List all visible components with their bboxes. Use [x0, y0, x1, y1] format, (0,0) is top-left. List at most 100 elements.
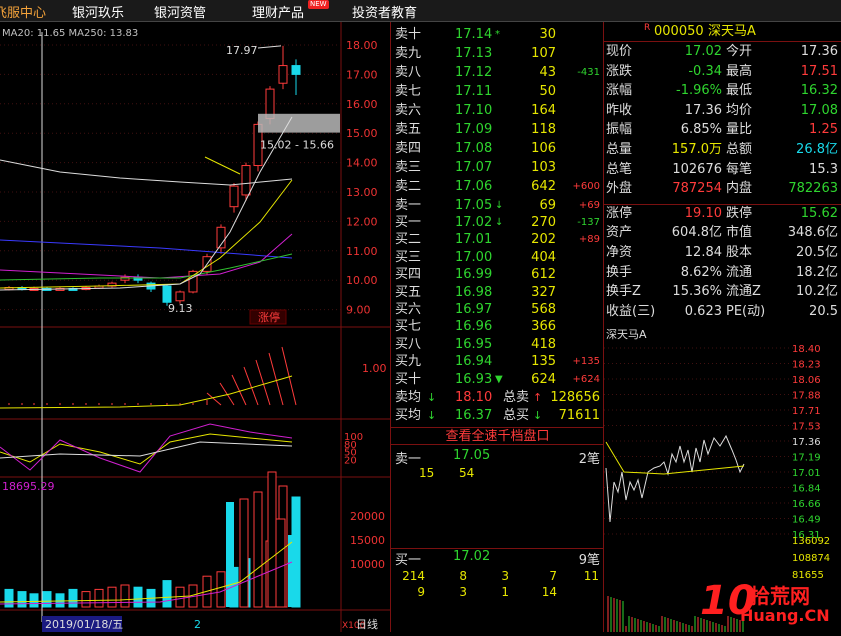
buy-level-volume: 624 [531, 371, 556, 387]
buy-level-price: 16.94 [455, 354, 493, 370]
stat-row: 资产 604.8亿 市值 348.6亿 [604, 223, 841, 243]
volume-tick: 15000 [350, 534, 385, 547]
buy-level-price: 17.02 [455, 215, 493, 230]
divider [604, 41, 841, 42]
sell-level-label: 卖九 [395, 46, 422, 61]
sell-level-label: 卖二 [395, 179, 422, 194]
buy-level-row: 买十 16.93 ▼ 624 +624 [391, 371, 604, 388]
watermark-logo: 10 拾荒网 Huang.CN [700, 578, 841, 632]
menu-item[interactable]: 理财产品 [252, 2, 304, 21]
mini-price-tick: 16.66 [792, 499, 821, 510]
price-tick: 15.00 [346, 127, 378, 140]
kline-chart-panel[interactable]: MA20: 11.65 MA250: 13.83.1318.0017.0016.… [0, 22, 390, 632]
stat-label: 流通 [726, 264, 753, 280]
ma30-line [0, 253, 293, 281]
price-arrow-icon: ↓ [495, 200, 504, 211]
buy-level-price: 16.96 [455, 319, 493, 335]
buy1-detail: 买一 17.02 9笔 214 8 3 7 11 9 3 1 14 [391, 548, 604, 599]
ma-header: MA20: 11.65 MA250: 13.83 [2, 28, 138, 39]
volume-tick: 20000 [350, 510, 385, 523]
price-arrow-icon: ↓ [495, 217, 504, 228]
stat-label: 总量 [606, 142, 633, 157]
buy1-order: 3 [501, 569, 509, 583]
stat-label: PE(动) [726, 303, 766, 319]
stat-value: 157.0万 [671, 142, 722, 157]
sell1-price: 17.05 [453, 448, 491, 463]
buy-level-volume: 366 [531, 319, 556, 335]
intraday-price-line [605, 434, 745, 523]
sell-level-price: 17.12 [455, 65, 493, 80]
vr-tick: 1.00 [362, 362, 387, 375]
stat-row: 涨幅 -1.96% 最低 16.32 [604, 81, 841, 101]
buy-level-volume: 612 [531, 267, 556, 283]
mini-price-tick: 17.01 [792, 468, 821, 479]
stat-label: 量比 [726, 122, 753, 138]
buy-level-change: +89 [578, 234, 600, 246]
volume-bar [216, 571, 226, 608]
sell-level-label: 卖六 [395, 103, 422, 118]
stat-value: 17.36 [800, 44, 838, 59]
buy1-label: 买一 [395, 553, 422, 568]
stat-label: 市值 [726, 225, 753, 241]
sell-level-row: 卖三 17.07 103 [391, 159, 604, 176]
avg-sell-label: 卖均 [395, 390, 422, 405]
buy-level-price: 16.93 [455, 371, 493, 387]
sell-level-price: 17.05 [455, 198, 493, 213]
buy-level-row: 买九 16.94 135 +135 [391, 353, 604, 370]
buy-level-volume: 327 [531, 284, 556, 300]
stat-value: 20.5亿 [796, 245, 838, 260]
sell-level-row: 卖四 17.08 106 [391, 140, 604, 157]
stat-label: 振幅 [606, 122, 633, 138]
mini-price-tick: 17.36 [792, 437, 821, 448]
sell-level-volume: 107 [531, 46, 556, 61]
buy1-count: 9笔 [578, 553, 600, 568]
buy-level-label: 买四 [395, 267, 422, 283]
price-tick: 18.00 [346, 39, 378, 52]
volume-tick: 10000 [350, 558, 385, 571]
watermark-text: 拾荒网 [750, 584, 810, 608]
mini-price-tick: 17.53 [792, 422, 821, 433]
buy-level-price: 16.95 [455, 336, 493, 352]
menu-item[interactable]: 飞服中心 [0, 2, 46, 21]
volume-bar [81, 591, 91, 608]
sell1-label: 卖一 [395, 452, 422, 467]
sell-level-row: 卖九 17.13 107 [391, 45, 604, 62]
sell1-order: 54 [459, 466, 475, 480]
kline-chart[interactable]: MA20: 11.65 MA250: 13.83.1318.0017.0016.… [0, 22, 390, 632]
buy-level-price: 16.99 [455, 267, 493, 283]
stat-value: 15.62 [800, 205, 838, 221]
buy-level-label: 买六 [395, 302, 422, 317]
buy-level-label: 买八 [395, 336, 422, 352]
avg-sell-row: 卖均 ↓ 18.10 总卖 ↑ 128656 [391, 389, 604, 407]
price-arrow-icon: * [495, 29, 500, 40]
buy-level-label: 买一 [395, 215, 422, 230]
buy-level-price: 16.98 [455, 284, 493, 300]
annotation-arrow [204, 156, 241, 175]
total-buy-label: 总买 [503, 408, 530, 423]
volume-bar [17, 591, 27, 608]
price-tick: 17.00 [346, 68, 378, 81]
buy1-order: 1 [501, 585, 509, 599]
sell-level-row: 卖一 17.05 ↓ 69 +69 [391, 197, 604, 214]
full-depth-link[interactable]: 查看全速千档盘口 [391, 427, 604, 445]
menu-item[interactable]: 银河资管 [154, 2, 206, 21]
sell-level-volume: 118 [531, 122, 556, 137]
stat-row: 收益(三) 0.623 PE(动) 20.5 [604, 302, 841, 322]
buy-level-row: 买五 16.98 327 [391, 284, 604, 301]
buy-level-label: 买五 [395, 284, 422, 300]
stat-label: 总额 [726, 142, 753, 157]
total-sell-value: 128656 [550, 390, 600, 405]
mini-price-tick: 18.06 [792, 375, 821, 386]
stat-row: 换手 8.62% 流通 18.2亿 [604, 263, 841, 283]
stat-row: 总笔 102676 每笔 15.3 [604, 160, 841, 180]
stat-value: 18.2亿 [796, 264, 838, 280]
stat-value: 15.36% [672, 284, 722, 300]
stat-value: 10.2亿 [796, 284, 838, 300]
stat-value: 17.36 [684, 102, 722, 118]
buy-level-volume: 418 [531, 336, 556, 352]
stat-label: 总笔 [606, 161, 633, 177]
menu-item[interactable]: 银河玖乐 [72, 2, 124, 21]
volume-bar [94, 588, 104, 608]
high-pointer [257, 45, 282, 49]
menu-item[interactable]: 投资者教育 [352, 2, 417, 21]
